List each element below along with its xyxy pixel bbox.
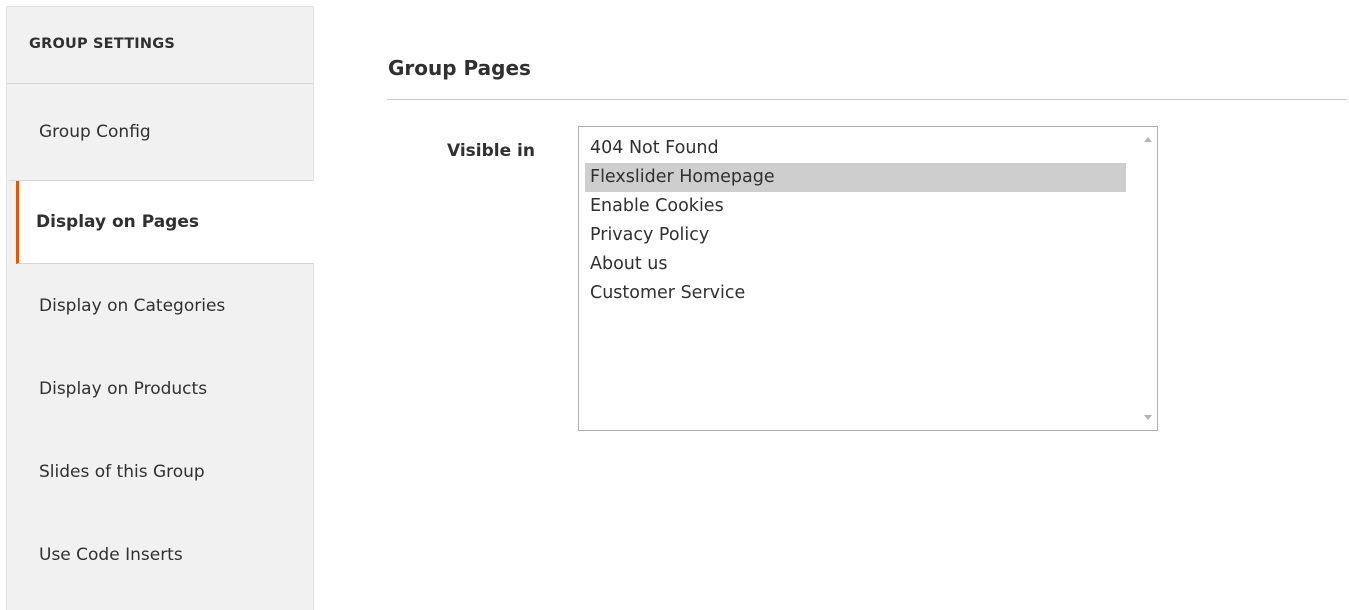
sidebar-item-display-on-categories[interactable]: Display on Categories — [7, 264, 313, 347]
sidebar-item-display-on-products[interactable]: Display on Products — [7, 347, 313, 430]
sidebar-item-use-code-inserts[interactable]: Use Code Inserts — [7, 513, 313, 596]
sidebar-header: GROUP SETTINGS — [7, 7, 313, 84]
visible-in-label: Visible in — [446, 141, 535, 161]
sidebar-item-display-on-pages[interactable]: Display on Pages — [16, 181, 314, 264]
section-title: Group Pages — [388, 56, 531, 80]
option-customer-service[interactable]: Customer Service — [585, 279, 1126, 308]
section-divider — [387, 99, 1347, 100]
option-about-us[interactable]: About us — [585, 250, 1126, 279]
scroll-down-arrow-icon[interactable] — [1144, 415, 1152, 420]
scroll-up-arrow-icon[interactable] — [1144, 137, 1152, 142]
sidebar-item-group-config[interactable]: Group Config — [7, 84, 313, 181]
sidebar-item-slides-of-this-group[interactable]: Slides of this Group — [7, 430, 313, 513]
option-404-not-found[interactable]: 404 Not Found — [585, 134, 1126, 163]
settings-sidebar: GROUP SETTINGS Group Config Display on P… — [6, 6, 314, 610]
option-flexslider-homepage[interactable]: Flexslider Homepage — [585, 163, 1126, 192]
multiselect-options: 404 Not Found Flexslider Homepage Enable… — [585, 134, 1126, 308]
main-content: Group Pages Visible in 404 Not Found Fle… — [387, 0, 1347, 610]
option-enable-cookies[interactable]: Enable Cookies — [585, 192, 1126, 221]
visible-in-multiselect[interactable]: 404 Not Found Flexslider Homepage Enable… — [578, 126, 1158, 431]
multiselect-scrollbar[interactable] — [1139, 127, 1157, 430]
option-privacy-policy[interactable]: Privacy Policy — [585, 221, 1126, 250]
sidebar-nav: Group Config Display on Pages Display on… — [7, 84, 314, 596]
